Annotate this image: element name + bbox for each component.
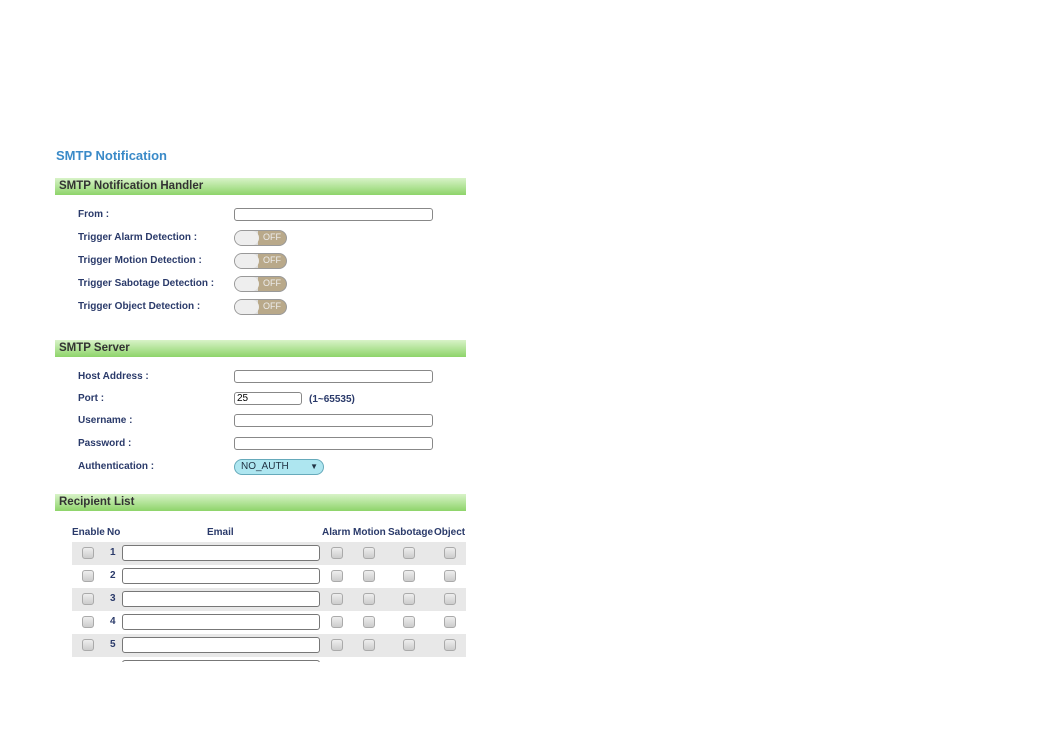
username-input[interactable] (234, 414, 433, 427)
toggle-knob (235, 254, 259, 268)
email-input[interactable] (122, 545, 320, 561)
port-range: (1~65535) (309, 394, 355, 405)
trigger-toggle[interactable]: OFF (234, 299, 287, 315)
col-enable: Enable (72, 527, 105, 538)
toggle-knob (235, 300, 259, 314)
table-row: 3 (72, 588, 466, 611)
email-input[interactable] (122, 614, 320, 630)
sabotage-checkbox[interactable] (403, 547, 415, 559)
motion-checkbox[interactable] (363, 639, 375, 651)
row-number: 1 (110, 547, 116, 558)
toggle-knob (235, 277, 259, 291)
trigger-label: Trigger Alarm Detection : (78, 232, 198, 243)
trigger-label: Trigger Motion Detection : (78, 255, 202, 266)
email-input[interactable] (122, 568, 320, 584)
trigger-label: Trigger Object Detection : (78, 301, 201, 312)
alarm-checkbox[interactable] (331, 593, 343, 605)
col-sabotage: Sabotage (388, 527, 434, 538)
enable-checkbox[interactable] (82, 593, 94, 605)
col-no: No (107, 527, 121, 538)
motion-checkbox[interactable] (363, 616, 375, 628)
sabotage-checkbox[interactable] (403, 639, 415, 651)
motion-checkbox[interactable] (363, 570, 375, 582)
table-row (72, 657, 466, 662)
sabotage-checkbox[interactable] (403, 593, 415, 605)
from-label: From : (78, 209, 110, 220)
row-number: 4 (110, 616, 116, 627)
dropdown-arrow-icon: ▼ (310, 462, 318, 471)
motion-checkbox[interactable] (363, 593, 375, 605)
sabotage-checkbox[interactable] (403, 570, 415, 582)
email-input[interactable] (122, 591, 320, 607)
toggle-state: OFF (263, 232, 281, 242)
password-label: Password : (78, 438, 132, 449)
auth-label: Authentication : (78, 461, 155, 472)
toggle-state: OFF (263, 301, 281, 311)
object-checkbox[interactable] (444, 547, 456, 559)
port-label: Port : (78, 393, 105, 404)
col-email: Email (207, 527, 234, 538)
alarm-checkbox[interactable] (331, 547, 343, 559)
enable-checkbox[interactable] (82, 639, 94, 651)
trigger-toggle[interactable]: OFF (234, 253, 287, 269)
col-alarm: Alarm (322, 527, 351, 538)
sabotage-checkbox[interactable] (403, 616, 415, 628)
trigger-toggle[interactable]: OFF (234, 230, 287, 246)
password-input[interactable] (234, 437, 433, 450)
page-title: SMTP Notification (56, 148, 167, 163)
object-checkbox[interactable] (444, 639, 456, 651)
toggle-knob (235, 231, 259, 245)
enable-checkbox[interactable] (82, 616, 94, 628)
row-number: 2 (110, 570, 116, 581)
email-input[interactable] (122, 637, 320, 653)
toggle-state: OFF (263, 278, 281, 288)
row-number: 3 (110, 593, 116, 604)
section-header-server: SMTP Server (55, 340, 466, 357)
port-input[interactable] (234, 392, 302, 405)
table-row: 4 (72, 611, 466, 634)
auth-value: NO_AUTH (241, 461, 289, 472)
auth-select[interactable]: NO_AUTH ▼ (234, 459, 324, 475)
trigger-toggle[interactable]: OFF (234, 276, 287, 292)
alarm-checkbox[interactable] (331, 639, 343, 651)
table-row: 1 (72, 542, 466, 565)
from-input[interactable] (234, 208, 433, 221)
trigger-label: Trigger Sabotage Detection : (78, 278, 215, 289)
table-row: 5 (72, 634, 466, 657)
section-header-recipients: Recipient List (55, 494, 466, 511)
object-checkbox[interactable] (444, 616, 456, 628)
host-label: Host Address : (78, 371, 149, 382)
email-input[interactable] (122, 660, 320, 662)
section-header-handler: SMTP Notification Handler (55, 178, 466, 195)
alarm-checkbox[interactable] (331, 616, 343, 628)
object-checkbox[interactable] (444, 593, 456, 605)
enable-checkbox[interactable] (82, 547, 94, 559)
enable-checkbox[interactable] (82, 570, 94, 582)
motion-checkbox[interactable] (363, 547, 375, 559)
col-object: Object (434, 527, 466, 538)
host-input[interactable] (234, 370, 433, 383)
col-motion: Motion (353, 527, 386, 538)
toggle-state: OFF (263, 255, 281, 265)
alarm-checkbox[interactable] (331, 570, 343, 582)
row-number: 5 (110, 639, 116, 650)
object-checkbox[interactable] (444, 570, 456, 582)
username-label: Username : (78, 415, 133, 426)
table-row: 2 (72, 565, 466, 588)
